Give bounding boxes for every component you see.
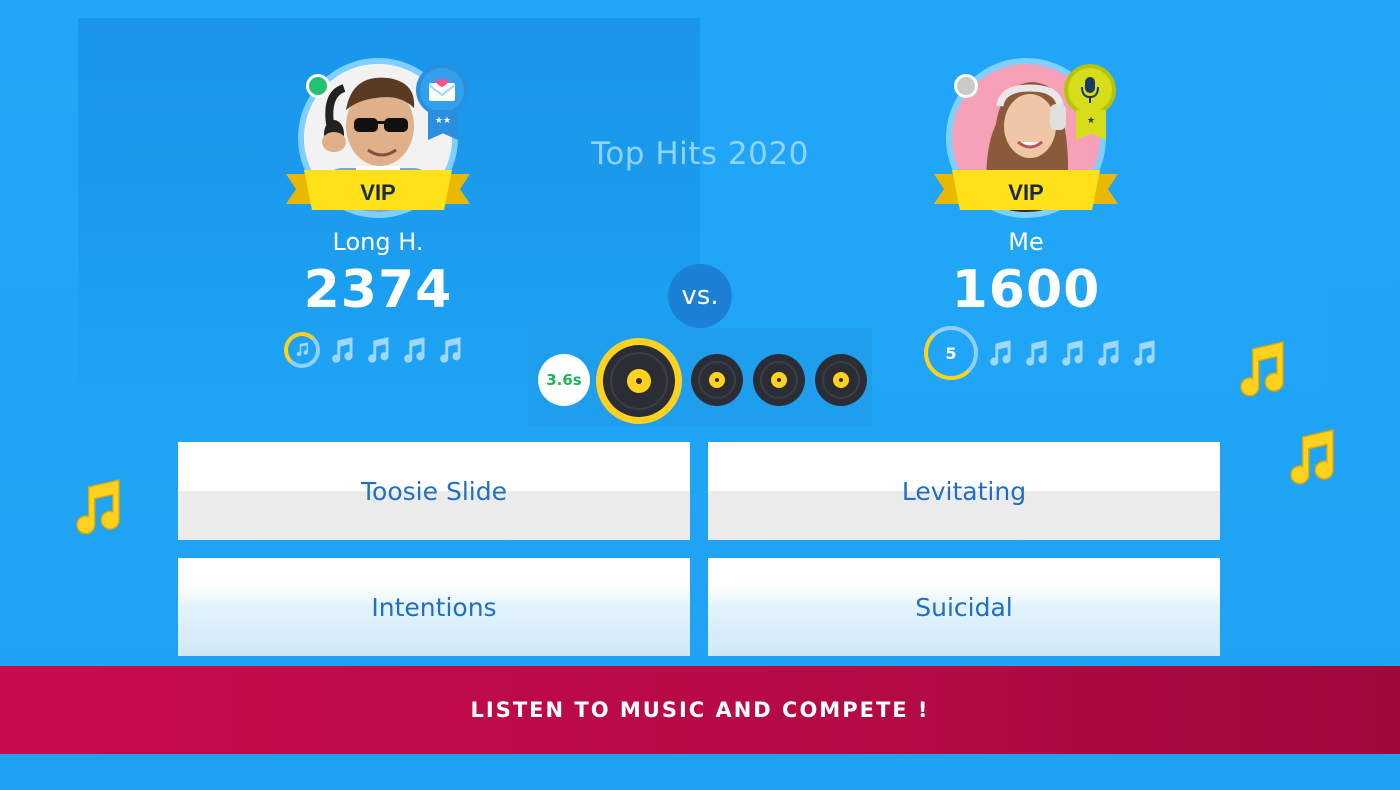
opponent-name: Long H.	[332, 228, 424, 256]
badge-circle	[1064, 64, 1116, 116]
music-note-icon-decor	[76, 479, 120, 535]
vinyl-disc-icon	[815, 354, 867, 406]
opponent-progress	[284, 332, 464, 368]
music-note-icon	[990, 340, 1011, 366]
self-player-card: ★ VIP Me 1600	[906, 58, 1146, 320]
music-note-icon-decor	[1290, 429, 1334, 485]
vinyl-disc-icon	[753, 354, 805, 406]
countdown-ring: 5	[924, 326, 978, 380]
music-note-icon	[296, 342, 309, 357]
music-note-icon	[368, 337, 389, 363]
vinyl-disc-icon	[691, 354, 743, 406]
game-stage: Top Hits 2020 ★★ VIP Long H. 2374 ★ VIP …	[0, 0, 1400, 790]
note-progress-ring	[284, 332, 320, 368]
vinyl-disc-icon-active	[596, 338, 682, 424]
opponent-player-card: ★★ VIP Long H. 2374	[258, 58, 498, 320]
music-note-icon	[1098, 340, 1119, 366]
music-note-icon-decor	[1240, 341, 1284, 397]
offline-status-dot	[954, 74, 978, 98]
self-score: 1600	[951, 260, 1101, 320]
answer-button-2[interactable]: Levitating	[708, 442, 1220, 540]
vs-badge: vs.	[668, 264, 732, 328]
countdown-value: 5	[945, 343, 957, 363]
music-note-icon	[332, 337, 353, 363]
self-name: Me	[1008, 228, 1044, 256]
playlist-title: Top Hits 2020	[591, 136, 809, 172]
vip-label: VIP	[1008, 180, 1044, 205]
online-status-dot	[306, 74, 330, 98]
music-note-icon	[404, 337, 425, 363]
self-progress: 5	[924, 326, 1158, 380]
answer-button-4[interactable]: Suicidal	[708, 558, 1220, 656]
music-note-icon	[1134, 340, 1155, 366]
vip-label: VIP	[360, 180, 396, 205]
opponent-score: 2374	[303, 260, 453, 320]
answer-button-1[interactable]: Toosie Slide	[178, 442, 690, 540]
music-note-icon	[1062, 340, 1083, 366]
badge-circle	[416, 64, 468, 116]
music-note-icon	[440, 337, 461, 363]
envelope-heart-icon	[428, 78, 456, 101]
microphone-icon	[1081, 77, 1099, 103]
answer-time: 3.6s	[538, 354, 590, 406]
answer-button-3[interactable]: Intentions	[178, 558, 690, 656]
music-note-icon	[1026, 340, 1047, 366]
promo-banner: LISTEN TO MUSIC AND COMPETE !	[0, 666, 1400, 754]
